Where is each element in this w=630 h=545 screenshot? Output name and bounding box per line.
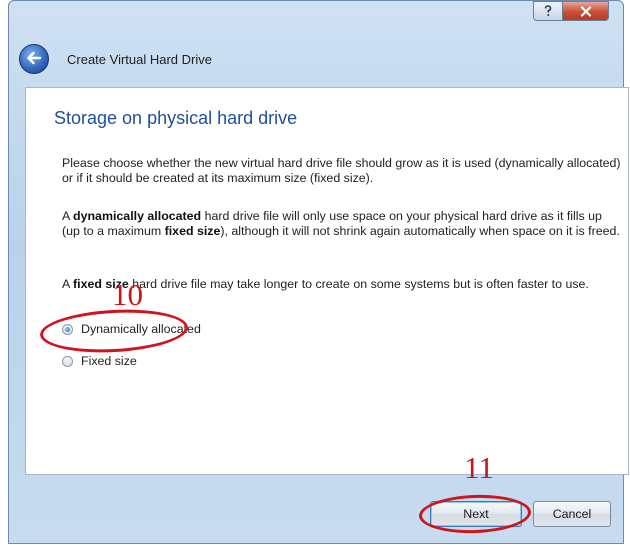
back-arrow-icon [26,50,42,69]
dialog-window: Create Virtual Hard Drive Storage on phy… [8,0,629,545]
bold-term-dynamically-allocated: dynamically allocated [73,209,202,223]
text-fragment: hard drive file may take longer to creat… [128,277,589,291]
wizard-header: Create Virtual Hard Drive [9,35,623,83]
close-icon [580,5,592,17]
button-bar: Next Cancel [9,475,623,545]
back-button[interactable] [19,44,49,74]
close-button[interactable] [563,1,609,21]
intro-paragraph: Please choose whether the new virtual ha… [62,156,621,185]
annotation-step-10: 10 [112,277,143,312]
bold-term-fixed-size: fixed size [164,224,221,238]
radio-fixed-size[interactable] [62,355,73,367]
text-fragment: A [62,209,74,223]
help-button[interactable] [533,1,563,21]
text-fragment: ), although it will not shrink again aut… [220,224,620,238]
page-heading: Storage on physical hard drive [54,108,298,128]
text-fragment: A [62,277,74,291]
fixed-description: A fixed size hard drive file may take lo… [62,277,622,292]
window-title: Create Virtual Hard Drive [67,51,212,67]
option-label: Fixed size [81,354,137,368]
dynamic-description: A dynamically allocated hard drive file … [62,209,622,239]
titlebar-controls [533,1,609,23]
option-fixed-size[interactable]: Fixed size [62,354,137,368]
question-icon [543,5,553,17]
annotation-step-11: 11 [464,450,494,485]
cancel-button[interactable]: Cancel [533,501,611,527]
